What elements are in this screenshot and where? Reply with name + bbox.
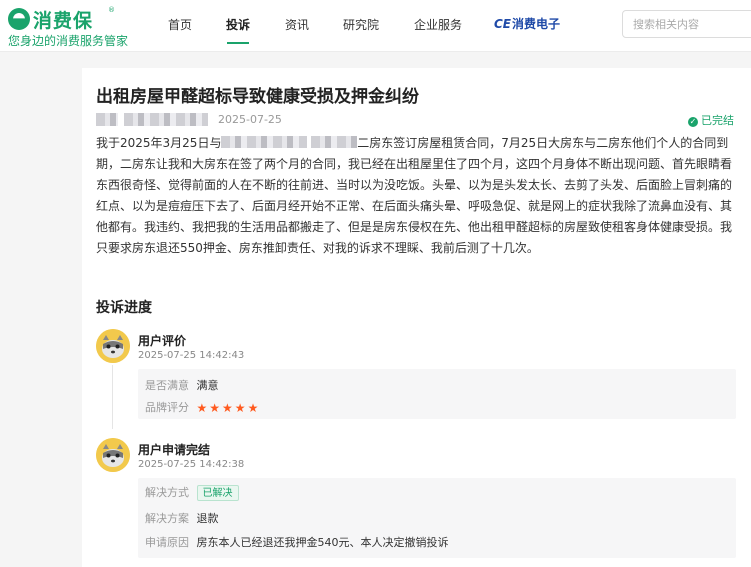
step-detail-box: 是否满意 满意 品牌评分 ★ ★ ★ ★ ★ [138,369,736,419]
nav-complaint[interactable]: 投诉 [226,16,250,33]
complaint-card: 出租房屋甲醛超标导致健康受损及押金纠纷 2025-07-25 ✓ 已完结 我于20… [82,68,751,567]
complaint-body: 我于2025年3月25日与 二房东签订房屋租赁合同，7月25日大房东与二房东他们… [96,133,741,259]
blurred-landlord-detail [311,136,358,148]
resolution-method-row: 解决方式 已解决 [145,484,239,501]
progress-title: 投诉进度 [96,300,152,316]
star-icon: ★ [196,401,208,415]
complaint-body-rest: 二房东签订房屋租赁合同，7月25日大房东与二房东他们个人的合同到期，二房东让我和… [96,136,733,255]
star-icon: ★ [222,401,233,415]
step-detail-box: 解决方式 已解决 解决方案 退款 申请原因 房东本人已经退还我押金540元、本人… [138,478,736,558]
request-reason-row: 申请原因 房东本人已经退还我押金540元、本人决定撤销投诉 [145,534,449,550]
brand-logo[interactable]: 消费保 ® 您身边的消费服务管家 [8,5,138,48]
brand-rating-label: 品牌评分 [145,401,189,414]
complaint-date: 2025-07-25 [218,113,282,126]
brand-rating-row: 品牌评分 ★ ★ ★ ★ ★ [145,399,260,415]
top-navigation-bar: 消费保 ® 您身边的消费服务管家 首页 投诉 资讯 研究院 企业服务 CE消费电… [0,0,751,52]
registered-mark: ® [108,6,115,14]
brand-slogan: 您身边的消费服务管家 [8,34,129,48]
active-tab-indicator [227,42,249,44]
timeline-connector [112,365,113,429]
progress-step-user-review: 用户评价 2025-07-25 14:42:43 是否满意 满意 品牌评分 ★ ★… [96,329,741,429]
resolved-tag: 已解决 [196,485,239,501]
complaint-body-start: 我于2025年3月25日与 [96,136,222,150]
blurred-username [124,113,208,126]
raccoon-avatar-icon [96,438,130,472]
satisfaction-label: 是否满意 [145,379,189,392]
progress-step-close-request: 用户申请完结 2025-07-25 14:42:38 解决方式 已解决 解决方案… [96,438,741,563]
ce-label: 消费电子 [512,17,561,31]
brand-name: 消费保 [33,10,94,32]
brand-rating-stars: ★ ★ ★ ★ ★ [197,401,261,415]
step-name: 用户评价 [138,334,187,348]
check-circle-icon: ✓ [688,117,698,127]
step-time: 2025-07-25 14:42:38 [138,459,245,470]
satisfaction-row: 是否满意 满意 [145,377,219,393]
resolution-plan-row: 解决方案 退款 [145,510,219,526]
raccoon-avatar-icon [96,329,130,363]
status-badge: ✓ 已完结 [688,112,734,128]
complaint-title: 出租房屋甲醛超标导致健康受损及押金纠纷 [96,87,419,107]
resolution-method-label: 解决方式 [145,486,189,499]
nav-news[interactable]: 资讯 [285,16,309,33]
satisfaction-value: 满意 [196,379,219,392]
nav-consumer-electronics[interactable]: CE消费电子 [494,15,560,32]
request-reason-value: 房东本人已经退还我押金540元、本人决定撤销投诉 [196,536,449,549]
blurred-landlord-name [221,136,308,148]
blurred-user-avatar [96,113,118,126]
search-input[interactable] [622,10,751,38]
step-time: 2025-07-25 14:42:43 [138,350,245,361]
resolution-plan-label: 解决方案 [145,512,189,525]
status-label: 已完结 [701,114,734,127]
star-icon: ★ [209,401,221,415]
star-icon: ★ [234,401,246,415]
brand-logo-icon [8,8,30,30]
nav-enterprise[interactable]: 企业服务 [414,16,462,33]
nav-home[interactable]: 首页 [168,16,192,33]
ce-logo-mark: CE [494,17,512,31]
star-icon: ★ [247,401,259,415]
request-reason-label: 申请原因 [145,536,189,549]
step-name: 用户申请完结 [138,443,211,457]
resolution-plan-value: 退款 [196,512,219,525]
nav-research[interactable]: 研究院 [343,16,379,33]
